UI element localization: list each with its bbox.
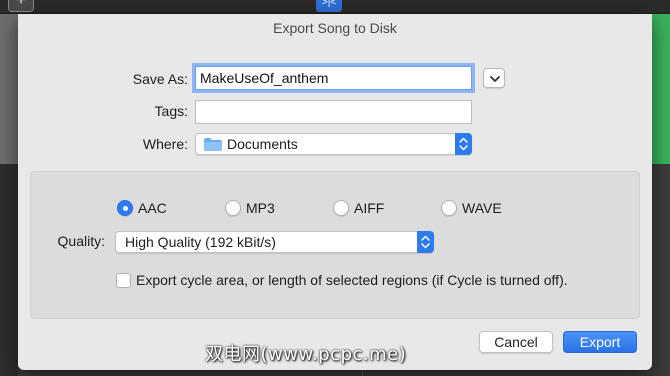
where-value: Documents bbox=[227, 136, 298, 152]
up-down-arrows-icon bbox=[459, 137, 468, 151]
radio-wave[interactable] bbox=[441, 200, 457, 216]
add-track-button[interactable]: + bbox=[8, 0, 34, 12]
export-cycle-checkbox[interactable] bbox=[116, 273, 131, 288]
tags-field[interactable] bbox=[195, 100, 472, 124]
radio-wave-label: WAVE bbox=[462, 200, 502, 216]
radio-mp3-label: MP3 bbox=[246, 200, 275, 216]
radio-aac[interactable] bbox=[117, 200, 133, 216]
audio-region[interactable] bbox=[652, 14, 670, 164]
dialog-title: Export Song to Disk bbox=[273, 20, 397, 36]
radio-aac-label: AAC bbox=[138, 200, 167, 216]
cycle-button[interactable]: >|< bbox=[316, 0, 342, 12]
quality-popup[interactable]: High Quality (192 kBit/s) bbox=[115, 231, 434, 253]
track-header-empty bbox=[0, 164, 18, 376]
radio-aiff[interactable] bbox=[333, 200, 349, 216]
quality-stepper[interactable] bbox=[417, 231, 434, 253]
export-button[interactable]: Export bbox=[563, 331, 637, 353]
quality-value: High Quality (192 kBit/s) bbox=[125, 234, 276, 250]
watermark-text: 双电网(www.pcpc.me) bbox=[205, 344, 407, 365]
radio-aiff-label: AIFF bbox=[354, 200, 385, 216]
expand-browser-button[interactable] bbox=[483, 68, 505, 88]
radio-mp3[interactable] bbox=[225, 200, 241, 216]
where-stepper[interactable] bbox=[455, 133, 472, 155]
save-as-label: Save As: bbox=[132, 71, 188, 87]
export-cycle-label: Export cycle area, or length of selected… bbox=[136, 272, 568, 288]
export-dialog: Export Song to Disk Save As: MakeUseOf_a… bbox=[18, 14, 652, 370]
cancel-button[interactable]: Cancel bbox=[479, 331, 553, 353]
save-as-field[interactable]: MakeUseOf_anthem bbox=[195, 66, 472, 90]
tags-label: Tags: bbox=[154, 103, 188, 119]
where-popup[interactable]: Documents bbox=[195, 133, 472, 155]
where-label: Where: bbox=[142, 136, 188, 152]
folder-icon bbox=[204, 138, 222, 151]
up-down-arrows-icon bbox=[421, 235, 430, 249]
track-header bbox=[0, 14, 18, 164]
quality-label: Quality: bbox=[57, 233, 105, 249]
chevron-down-icon bbox=[490, 76, 500, 82]
